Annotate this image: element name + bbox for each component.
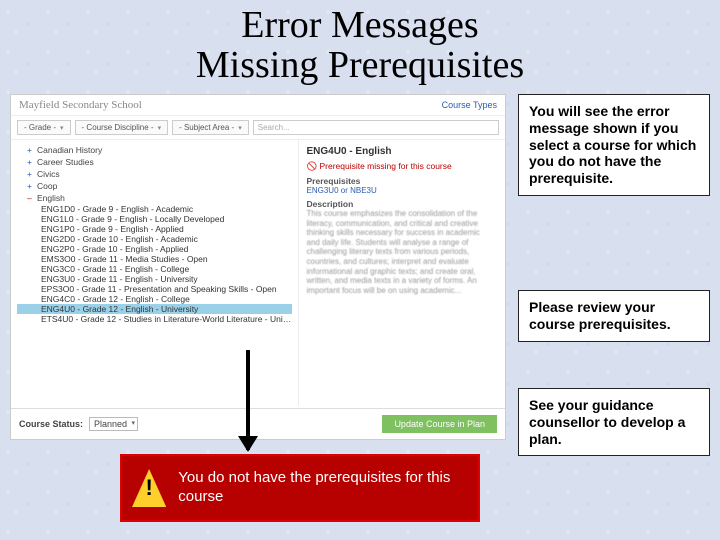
callout-1: You will see the error message shown if …: [518, 94, 710, 196]
subject-dropdown[interactable]: - Subject Area -: [172, 120, 249, 135]
course-leaf[interactable]: ENG1D0 - Grade 9 - English - Academic: [17, 204, 292, 214]
status-label: Course Status:: [19, 419, 83, 429]
warning-icon: [132, 469, 166, 507]
error-banner: You do not have the prerequisites for th…: [120, 454, 480, 522]
course-leaf[interactable]: ENG1L0 - Grade 9 - English - Locally Dev…: [17, 214, 292, 224]
course-leaf[interactable]: ENG3U0 - Grade 11 - English - University: [17, 274, 292, 284]
error-text: You do not have the prerequisites for th…: [178, 469, 468, 507]
school-name: Mayfield Secondary School: [19, 99, 142, 111]
course-leaf[interactable]: EMS3O0 - Grade 11 - Media Studies - Open: [17, 254, 292, 264]
course-types-link[interactable]: Course Types: [442, 100, 497, 110]
tree-node[interactable]: +Career Studies: [17, 156, 292, 168]
update-course-button[interactable]: Update Course in Plan: [382, 415, 497, 433]
tree-node[interactable]: +Coop: [17, 180, 292, 192]
grade-dropdown[interactable]: - Grade -: [17, 120, 71, 135]
prereq-label: Prerequisites: [307, 176, 495, 186]
callout-2: Please review your course prerequisites.: [518, 290, 710, 342]
title-line-1: Error Messages: [0, 6, 720, 46]
course-detail: ENG4U0 - English Prerequisite missing fo…: [298, 140, 505, 406]
tree-node-english[interactable]: –English: [17, 192, 292, 204]
filter-bar: - Grade - - Course Discipline - - Subjec…: [11, 115, 505, 140]
callout-3: See your guidance counsellor to develop …: [518, 388, 710, 456]
course-leaf[interactable]: ETS4U0 - Grade 12 - Studies in Literatur…: [17, 314, 292, 324]
status-row: Course Status: Planned Update Course in …: [11, 408, 505, 439]
discipline-dropdown[interactable]: - Course Discipline -: [75, 120, 169, 135]
detail-title: ENG4U0 - English: [307, 146, 495, 157]
course-tree: +Canadian History +Career Studies +Civic…: [11, 140, 298, 406]
course-leaf[interactable]: ENG2P0 - Grade 10 - English - Applied: [17, 244, 292, 254]
course-leaf[interactable]: ENG1P0 - Grade 9 - English - Applied: [17, 224, 292, 234]
description-text: This course emphasizes the consolidation…: [307, 209, 495, 295]
course-leaf[interactable]: ENG3C0 - Grade 11 - English - College: [17, 264, 292, 274]
tree-node[interactable]: +Civics: [17, 168, 292, 180]
search-input[interactable]: Search...: [253, 120, 499, 135]
course-leaf-selected[interactable]: ENG4U0 - Grade 12 - English - University: [17, 304, 292, 314]
course-leaf[interactable]: ENG2D0 - Grade 10 - English - Academic: [17, 234, 292, 244]
title-line-2: Missing Prerequisites: [0, 46, 720, 86]
course-leaf[interactable]: ENG4C0 - Grade 12 - English - College: [17, 294, 292, 304]
tree-node[interactable]: +Canadian History: [17, 144, 292, 156]
course-leaf[interactable]: EPS3O0 - Grade 11 - Presentation and Spe…: [17, 284, 292, 294]
course-planner-panel: Mayfield Secondary School Course Types -…: [10, 94, 506, 440]
pointer-arrow: [246, 350, 250, 450]
status-dropdown[interactable]: Planned: [89, 417, 138, 431]
prereq-links[interactable]: ENG3U0 or NBE3U: [307, 186, 495, 195]
description-label: Description: [307, 199, 495, 209]
slide-title: Error Messages Missing Prerequisites: [0, 0, 720, 86]
prerequisite-warning: Prerequisite missing for this course: [307, 161, 495, 172]
